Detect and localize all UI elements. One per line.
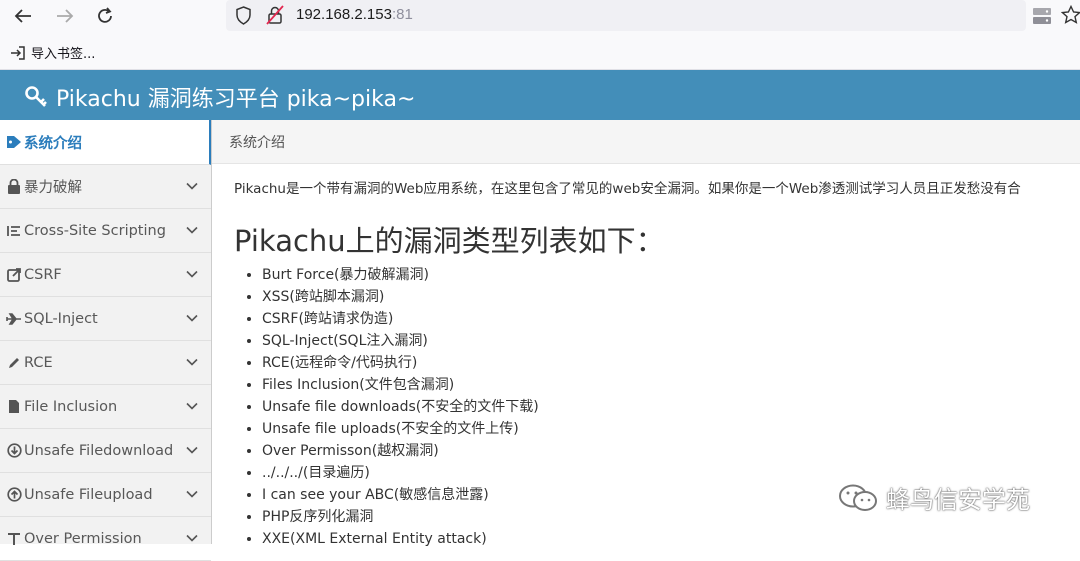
sidebar-item-file-inclusion[interactable]: File Inclusion xyxy=(0,385,211,429)
sidebar-item-label: Over Permission xyxy=(24,530,142,547)
forward-button[interactable] xyxy=(52,4,78,28)
share-icon xyxy=(5,267,23,282)
chevron-down-icon xyxy=(186,226,198,234)
watermark-text: 蜂鸟信安学苑 xyxy=(886,486,1030,514)
intro-text: Pikachu是一个带有漏洞的Web应用系统，在这里包含了常见的web安全漏洞。… xyxy=(234,181,1021,197)
file-icon xyxy=(5,399,23,414)
list-item: XSS(跨站脚本漏洞) xyxy=(262,286,539,308)
chevron-down-icon xyxy=(186,270,198,278)
list-item: Burt Force(暴力破解漏洞) xyxy=(262,264,539,286)
sidebar-item-brute-force[interactable]: 暴力破解 xyxy=(0,165,211,209)
lock-icon xyxy=(5,179,23,194)
list-item: PHP反序列化漏洞 xyxy=(262,506,539,528)
star-bookmark-icon[interactable] xyxy=(1061,5,1080,25)
tag-icon xyxy=(5,135,23,149)
import-icon xyxy=(11,45,25,60)
sidebar-item-rce[interactable]: RCE xyxy=(0,341,211,385)
bookmarks-toolbar: 导入书签... xyxy=(0,33,1080,70)
plane-icon xyxy=(5,312,23,325)
chevron-down-icon xyxy=(186,402,198,410)
shield-icon xyxy=(236,6,251,25)
list-item: Unsafe file downloads(不安全的文件下载) xyxy=(262,396,539,418)
url-text: 192.168.2.153:81 xyxy=(296,6,413,23)
sidebar-item-label: Unsafe Filedownload xyxy=(24,442,174,459)
sidebar-item-csrf[interactable]: CSRF xyxy=(0,253,211,297)
sidebar-item-label: 系统介绍 xyxy=(24,135,82,152)
address-bar[interactable]: 192.168.2.153:81 xyxy=(226,0,1026,31)
sidebar-item-sql-inject[interactable]: SQL-Inject xyxy=(0,297,211,341)
key-icon xyxy=(25,86,47,107)
sidebar-item-xss[interactable]: Cross-Site Scripting xyxy=(0,209,211,253)
app-title-text: Pikachu 漏洞练习平台 pika~pika~ xyxy=(56,87,416,112)
sidebar-item-system-intro[interactable]: 系统介绍 xyxy=(0,120,211,165)
server-icon[interactable] xyxy=(1031,5,1053,27)
list-item: CSRF(跨站请求伪造) xyxy=(262,308,539,330)
reload-button[interactable] xyxy=(92,4,118,28)
list-item: SQL-Inject(SQL注入漏洞) xyxy=(262,330,539,352)
upload-icon xyxy=(5,487,23,502)
back-arrow-icon xyxy=(14,9,31,23)
back-button[interactable] xyxy=(10,4,36,28)
sidebar-item-label: Unsafe Fileupload xyxy=(24,486,153,503)
list-item: Over Permisson(越权漏洞) xyxy=(262,440,539,462)
wechat-icon xyxy=(839,484,877,511)
pencil-icon xyxy=(5,356,23,370)
chevron-down-icon xyxy=(186,534,198,542)
import-bookmarks-item[interactable]: 导入书签... xyxy=(10,43,95,62)
key-icon xyxy=(5,532,23,546)
list-item: RCE(远程命令/代码执行) xyxy=(262,352,539,374)
import-bookmarks-label: 导入书签... xyxy=(31,47,96,62)
list-item: I can see your ABC(敏感信息泄露) xyxy=(262,484,539,506)
list-item: Files Inclusion(文件包含漏洞) xyxy=(262,374,539,396)
forward-arrow-icon xyxy=(57,9,74,23)
sidebar-item-unsafe-filedownload[interactable]: Unsafe Filedownload xyxy=(0,429,211,473)
sidebar: 系统介绍 暴力破解 Cross-Site Scripting CSRF SQL-… xyxy=(0,120,212,561)
vuln-list: Burt Force(暴力破解漏洞) XSS(跨站脚本漏洞) CSRF(跨站请求… xyxy=(242,264,539,550)
breadcrumb: 系统介绍 xyxy=(212,120,1080,164)
watermark: 蜂鸟信安学苑 xyxy=(838,480,1030,515)
sidebar-item-label: File Inclusion xyxy=(24,398,118,415)
chevron-down-icon xyxy=(186,490,198,498)
download-icon xyxy=(5,443,23,458)
list-icon xyxy=(5,224,23,238)
sidebar-item-label: CSRF xyxy=(24,266,62,283)
breadcrumb-current[interactable]: 系统介绍 xyxy=(229,132,285,152)
sidebar-item-unsafe-fileupload[interactable]: Unsafe Fileupload xyxy=(0,473,211,517)
reload-icon xyxy=(98,7,112,23)
list-item: ../../../(目录遍历) xyxy=(262,462,539,484)
sidebar-item-label: 暴力破解 xyxy=(24,180,82,196)
chevron-down-icon xyxy=(186,182,198,190)
chevron-down-icon xyxy=(186,358,198,366)
list-item: XXE(XML External Entity attack) xyxy=(262,528,539,550)
app-title[interactable]: Pikachu 漏洞练习平台 pika~pika~ xyxy=(24,81,415,113)
sidebar-item-label: SQL-Inject xyxy=(24,310,98,327)
url-host: 192.168.2.153 xyxy=(296,6,392,23)
sidebar-item-label: RCE xyxy=(24,354,53,371)
page-heading: Pikachu上的漏洞类型列表如下： xyxy=(234,224,665,258)
chevron-down-icon xyxy=(186,446,198,454)
chevron-down-icon xyxy=(186,314,198,322)
insecure-lock-icon xyxy=(266,5,284,25)
list-item: Unsafe file uploads(不安全的文件上传) xyxy=(262,418,539,440)
browser-toolbar: 192.168.2.153:81 xyxy=(0,0,1080,33)
app-header: Pikachu 漏洞练习平台 pika~pika~ xyxy=(0,70,1080,120)
sidebar-item-over-permission[interactable]: Over Permission xyxy=(0,517,211,561)
url-port: :81 xyxy=(391,6,413,23)
sidebar-item-label: Cross-Site Scripting xyxy=(24,222,166,239)
